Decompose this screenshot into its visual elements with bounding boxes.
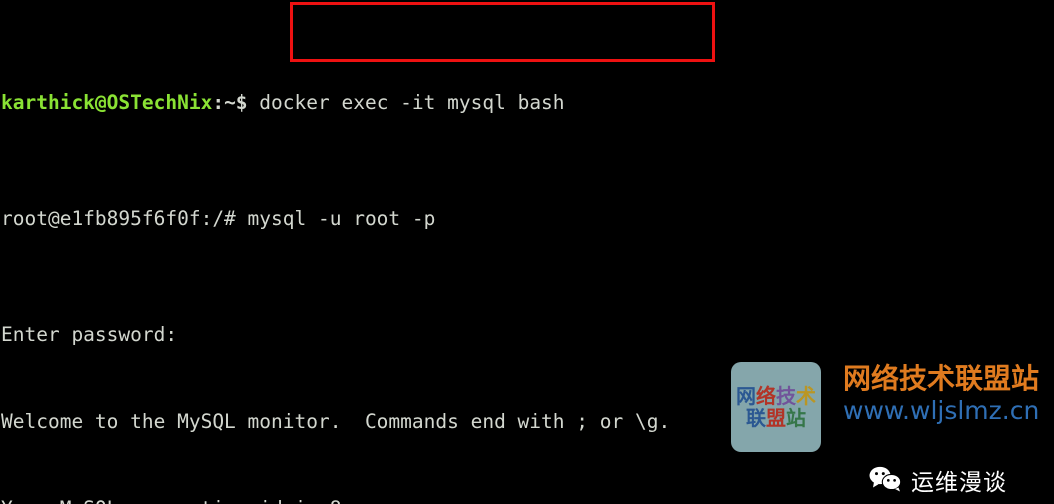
watermark-brand: 网络技术联盟站 www.wljslmz.cn: [843, 362, 1040, 426]
terminal-line-command-2: root@e1fb895f6f0f:/# mysql -u root -p: [0, 204, 1054, 233]
terminal-window[interactable]: karthick@OSTechNix:~$ docker exec -it my…: [0, 0, 1054, 504]
watermark-wechat-label: 运维漫谈: [911, 469, 1007, 496]
wechat-icon: [869, 466, 903, 500]
terminal-line-enter-password: Enter password:: [1, 323, 178, 346]
terminal-line-command-1: karthick@OSTechNix:~$ docker exec -it my…: [0, 88, 1054, 117]
shell-prompt-user-host: karthick@OSTechNix: [1, 91, 213, 114]
shell-prompt-tail: :~$: [212, 91, 260, 114]
watermark-badge-row2: 联盟站: [746, 406, 806, 430]
shell-command-docker-exec: docker exec -it mysql bash: [259, 91, 565, 114]
container-shell-prompt: root@e1fb895f6f0f:/#: [1, 207, 248, 230]
watermark-wechat: 运维漫谈: [869, 466, 1007, 500]
watermark-brand-name: 网络技术联盟站: [843, 362, 1040, 395]
watermark-brand-url: www.wljslmz.cn: [843, 396, 1040, 426]
watermark-badge-row1: 网络技术: [736, 383, 816, 408]
shell-command-mysql-login: mysql -u root -p: [247, 207, 436, 230]
watermark-badge-logo: 网络技术 联盟站: [731, 362, 821, 452]
terminal-output: karthick@OSTechNix:~$ docker exec -it my…: [0, 1, 1054, 504]
